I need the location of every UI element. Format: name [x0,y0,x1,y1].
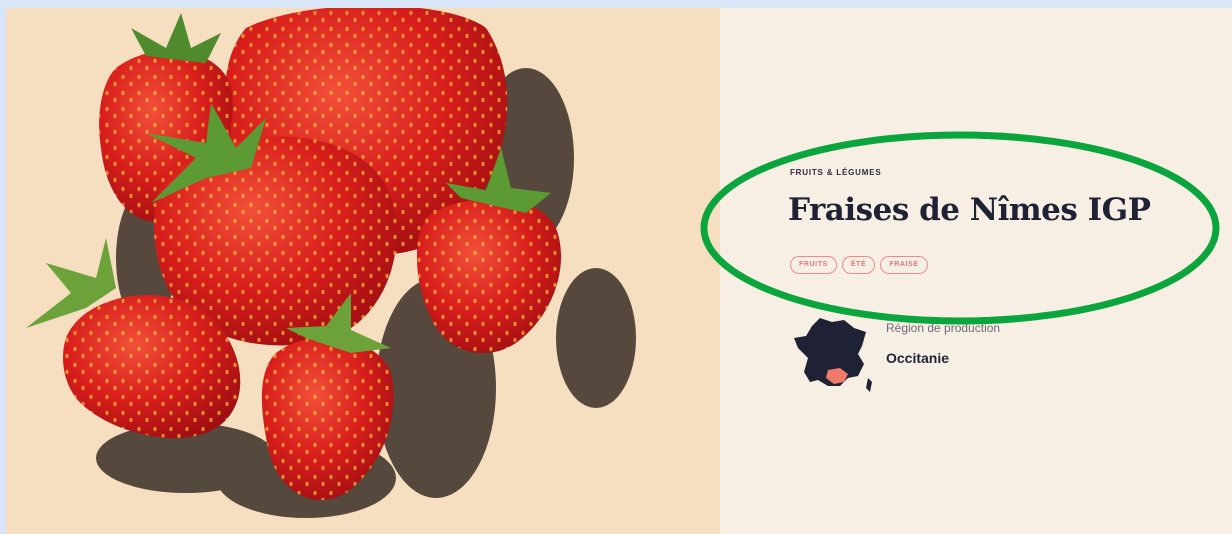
product-category: FRUITS & LÉGUMES [790,168,882,177]
tag-list: FRUITS ÉTÉ FRAISE [790,256,928,274]
tag-fraise[interactable]: FRAISE [880,256,928,274]
tag-ete[interactable]: ÉTÉ [841,256,876,274]
product-title: Fraises de Nîmes IGP [788,192,1151,228]
france-map-icon [794,318,872,392]
region-label: Région de production [886,321,1001,335]
region-value: Occitanie [886,350,950,366]
strawberries-image [26,8,636,518]
tag-fruits[interactable]: FRUITS [790,256,837,274]
product-info-panel: FRUITS & LÉGUMES Fraises de Nîmes IGP FR… [720,8,1232,534]
product-page: FRUITS & LÉGUMES Fraises de Nîmes IGP FR… [6,8,1232,534]
product-photo [6,8,720,534]
